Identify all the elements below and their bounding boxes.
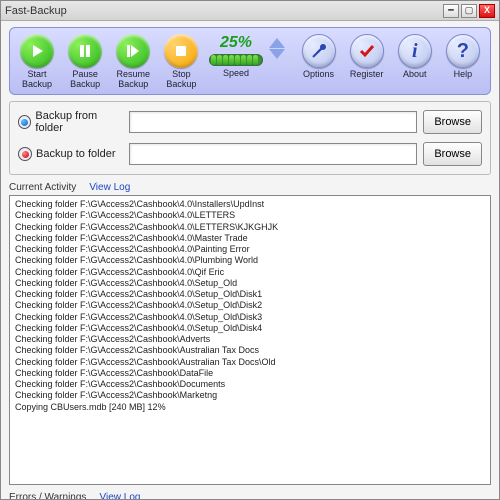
window-title: Fast-Backup [5, 5, 441, 17]
close-button[interactable]: X [479, 4, 495, 18]
log-line: Checking folder F:\G\Access2\Cashbook\4.… [15, 199, 485, 210]
stop-icon [164, 34, 198, 68]
pause-backup-button[interactable]: Pause Backup [64, 34, 106, 90]
log-line: Checking folder F:\G\Access2\Cashbook\4.… [15, 278, 485, 289]
folder-panel: Backup from folder Browse Backup to fold… [9, 101, 491, 175]
tools-icon [302, 34, 336, 68]
log-line: Checking folder F:\G\Access2\Cashbook\4.… [15, 222, 485, 233]
resume-icon [116, 34, 150, 68]
register-button[interactable]: Register [346, 34, 388, 90]
to-folder-input[interactable] [129, 143, 417, 165]
speed-bar [209, 54, 263, 66]
titlebar: Fast-Backup ━ ▢ X [1, 1, 499, 21]
log-line: Checking folder F:\G\Access2\Cashbook\4.… [15, 210, 485, 221]
check-icon [350, 34, 384, 68]
from-row: Backup from folder Browse [18, 110, 482, 134]
log-line: Checking folder F:\G\Access2\Cashbook\Au… [15, 345, 485, 356]
pause-icon [68, 34, 102, 68]
log-line: Checking folder F:\G\Access2\Cashbook\4.… [15, 233, 485, 244]
activity-header: Current Activity View Log [9, 181, 491, 193]
content-area: Start Backup Pause Backup Resume Backup … [1, 21, 499, 499]
log-line: Checking folder F:\G\Access2\Cashbook\Do… [15, 379, 485, 390]
help-button[interactable]: ? Help [442, 34, 484, 90]
speed-percent: 25% [220, 34, 252, 52]
to-row: Backup to folder Browse [18, 142, 482, 166]
log-line: Checking folder F:\G\Access2\Cashbook\4.… [15, 255, 485, 266]
stop-backup-button[interactable]: Stop Backup [160, 34, 202, 90]
speed-down-button[interactable] [269, 49, 285, 59]
activity-viewlog-link[interactable]: View Log [89, 182, 130, 193]
activity-section: Current Activity View Log Checking folde… [9, 181, 491, 485]
log-line: Checking folder F:\G\Access2\Cashbook\4.… [15, 267, 485, 278]
play-icon [20, 34, 54, 68]
log-line: Copying CBUsers.mdb [240 MB] 12% [15, 402, 485, 413]
start-backup-button[interactable]: Start Backup [16, 34, 58, 90]
activity-log[interactable]: Checking folder F:\G\Access2\Cashbook\4.… [9, 195, 491, 485]
errors-header: Errors / Warnings View Log [9, 491, 491, 499]
options-button[interactable]: Options [297, 34, 339, 90]
log-line: Checking folder F:\G\Access2\Cashbook\Au… [15, 357, 485, 368]
from-browse-button[interactable]: Browse [423, 110, 482, 134]
info-icon: i [398, 34, 432, 68]
about-button[interactable]: i About [394, 34, 436, 90]
to-radio[interactable] [18, 147, 32, 161]
log-line: Checking folder F:\G\Access2\Cashbook\4.… [15, 312, 485, 323]
to-label[interactable]: Backup to folder [18, 147, 123, 161]
from-label[interactable]: Backup from folder [18, 110, 123, 134]
to-browse-button[interactable]: Browse [423, 142, 482, 166]
log-line: Checking folder F:\G\Access2\Cashbook\Ma… [15, 390, 485, 401]
log-line: Checking folder F:\G\Access2\Cashbook\4.… [15, 244, 485, 255]
speed-indicator: 25% Speed [209, 34, 264, 88]
minimize-button[interactable]: ━ [443, 4, 459, 18]
log-line: Checking folder F:\G\Access2\Cashbook\Da… [15, 368, 485, 379]
speed-arrows [269, 38, 285, 59]
log-line: Checking folder F:\G\Access2\Cashbook\4.… [15, 323, 485, 334]
resume-backup-button[interactable]: Resume Backup [112, 34, 154, 90]
from-folder-input[interactable] [129, 111, 417, 133]
from-radio[interactable] [18, 115, 31, 129]
speed-up-button[interactable] [269, 38, 285, 48]
toolbar: Start Backup Pause Backup Resume Backup … [9, 27, 491, 95]
errors-viewlog-link[interactable]: View Log [99, 492, 140, 499]
app-window: Fast-Backup ━ ▢ X Start Backup Pause Bac… [0, 0, 500, 500]
log-line: Checking folder F:\G\Access2\Cashbook\4.… [15, 289, 485, 300]
log-line: Checking folder F:\G\Access2\Cashbook\Ad… [15, 334, 485, 345]
maximize-button[interactable]: ▢ [461, 4, 477, 18]
help-icon: ? [446, 34, 480, 68]
log-line: Checking folder F:\G\Access2\Cashbook\4.… [15, 300, 485, 311]
